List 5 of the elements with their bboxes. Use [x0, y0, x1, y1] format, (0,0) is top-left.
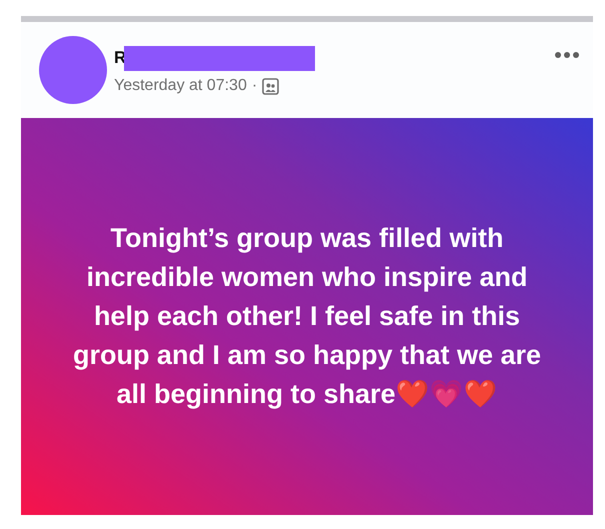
- separator: ·: [252, 77, 258, 95]
- group-icon: [262, 78, 280, 94]
- post-time[interactable]: Yesterday at 07:30: [114, 77, 247, 95]
- post-text: Tonight’s group was filled with incredible women who inspire and help each other! I feel safe in this group and I am so happy that we are all beginning to share❤💗❤: [72, 222, 542, 411]
- more-options-icon[interactable]: [555, 52, 579, 58]
